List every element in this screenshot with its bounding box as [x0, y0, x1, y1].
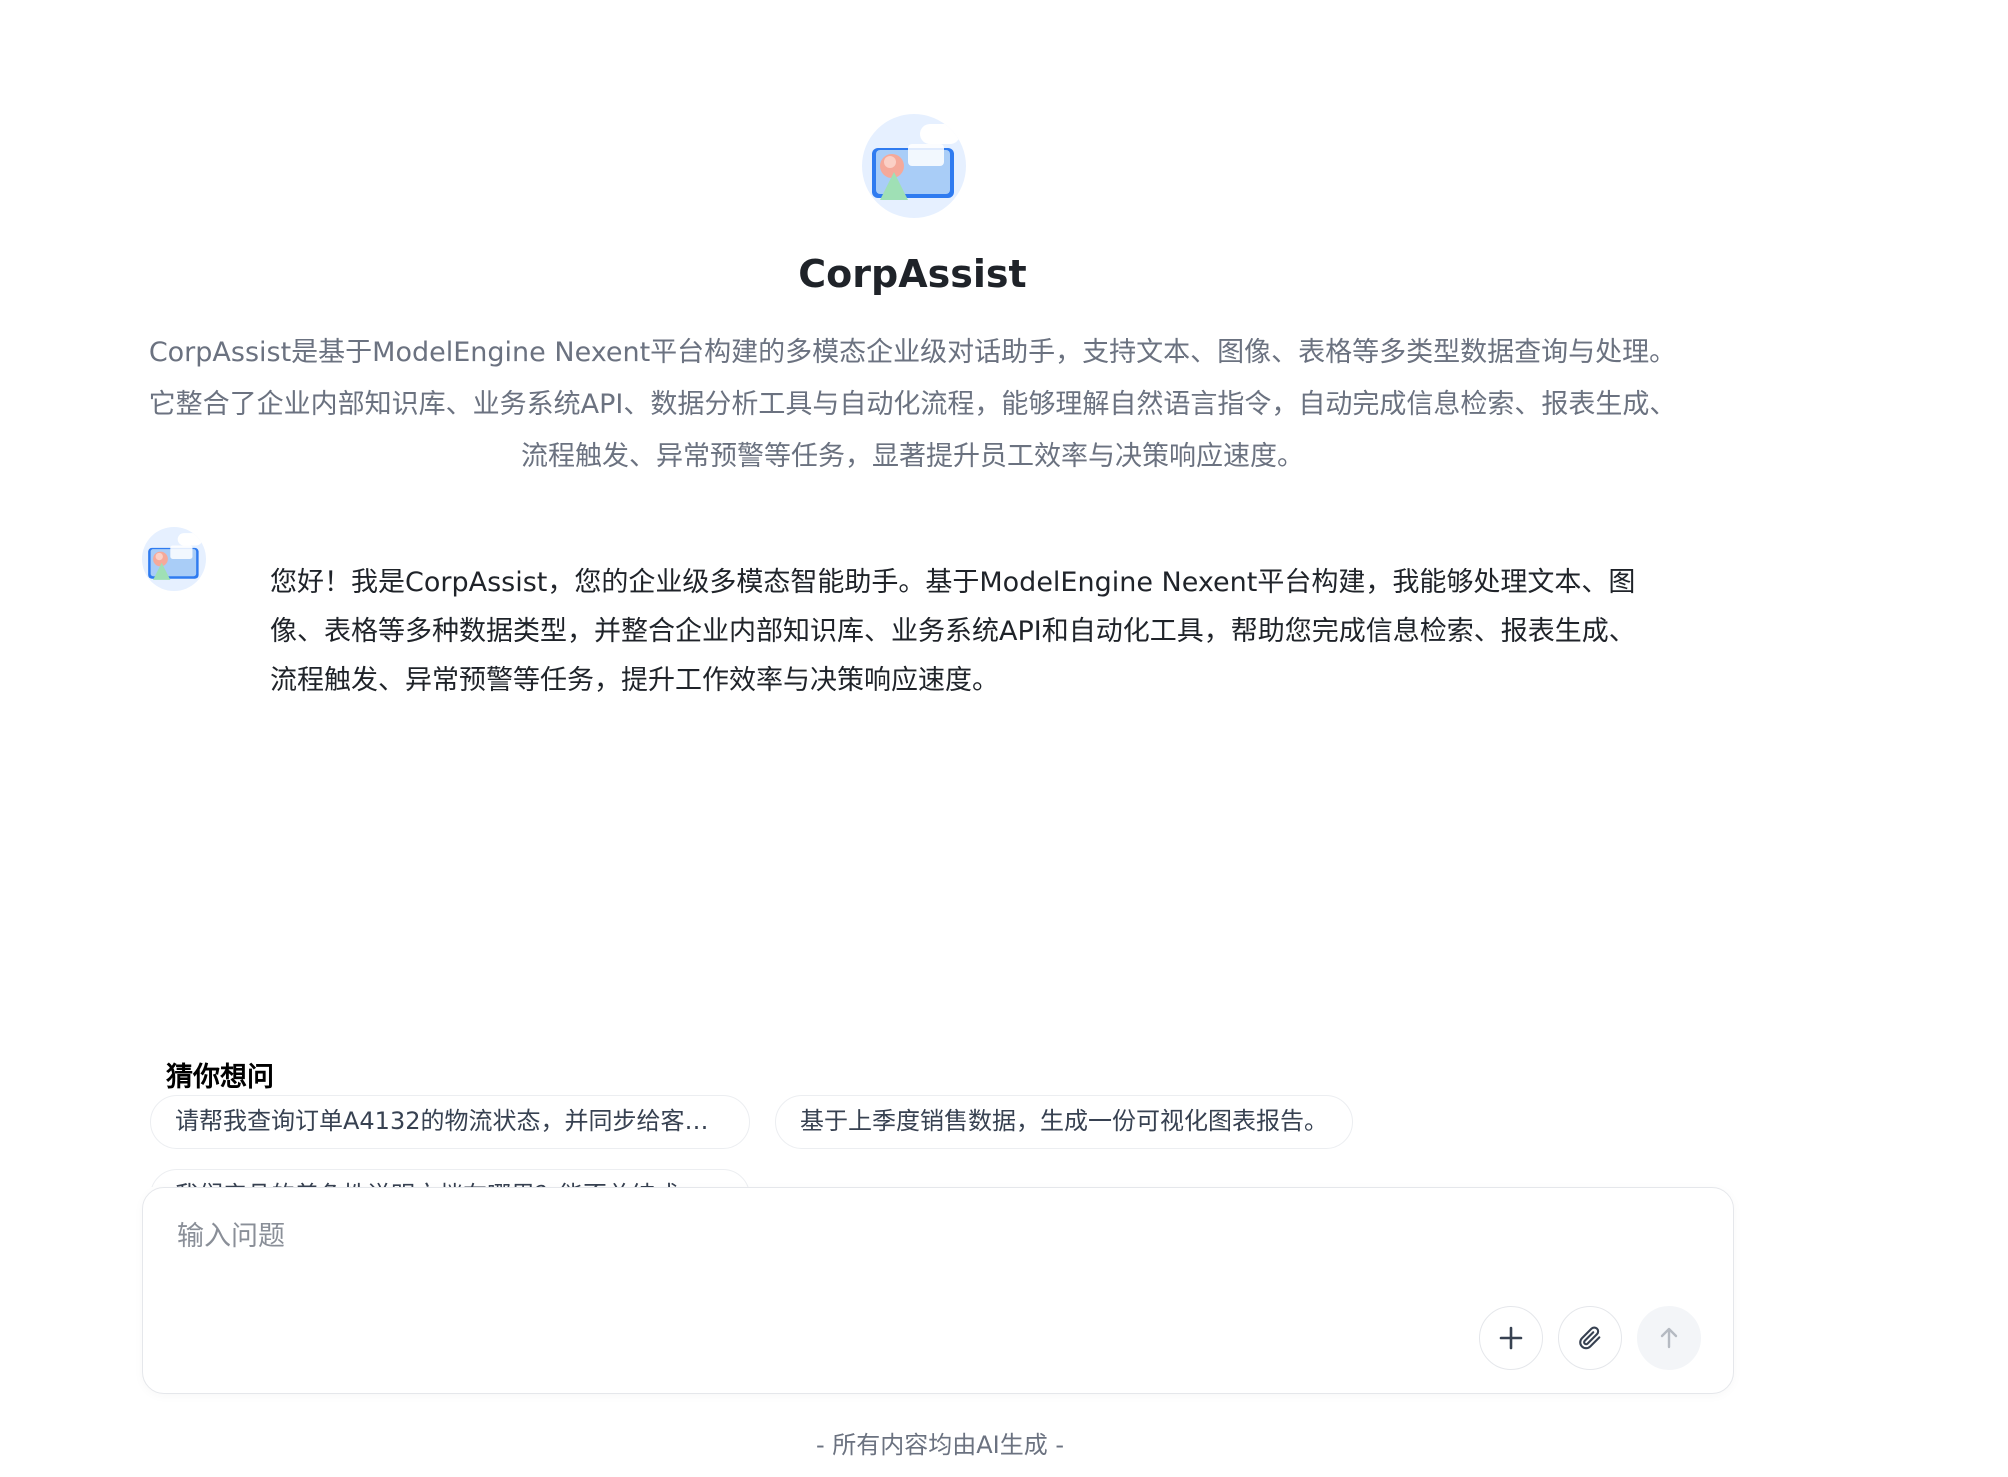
agent-description: CorpAssist是基于ModelEngine Nexent平台构建的多模态企…: [148, 337, 1677, 472]
add-button[interactable]: [1479, 1306, 1543, 1370]
chat-input-box: [142, 1187, 1734, 1394]
suggestion-chip[interactable]: 我们产品的着色性说明文档在哪里？能否总结成三点。: [150, 1169, 750, 1187]
agent-avatar: [862, 114, 966, 218]
suggestions-list: 请帮我查询订单A4132的物流状态，并同步给客服团队。 基于上季度销售数据，生成…: [150, 1095, 1750, 1187]
attach-button[interactable]: [1558, 1306, 1622, 1370]
suggestions-title: 猜你想问: [166, 1062, 274, 1093]
paperclip-icon: [1579, 1326, 1601, 1350]
message-avatar: [142, 527, 206, 591]
question-input[interactable]: [175, 1210, 1599, 1262]
ai-generated-note: - 所有内容均由AI生成 -: [815, 1431, 1065, 1459]
chat-page: CorpAssist CorpAssist是基于ModelEngine Nexe…: [0, 0, 2008, 1477]
suggestion-chip[interactable]: 基于上季度销售数据，生成一份可视化图表报告。: [775, 1095, 1353, 1149]
arrow-up-icon: [1660, 1327, 1678, 1349]
greeting-message: 您好！我是CorpAssist，您的企业级多模态智能助手。基于ModelEngi…: [270, 567, 1636, 696]
agent-name: CorpAssist: [798, 252, 1027, 296]
plus-icon: [1499, 1326, 1523, 1350]
folder-image-icon: [872, 124, 960, 200]
send-button[interactable]: [1637, 1306, 1701, 1370]
folder-image-icon: [148, 533, 203, 580]
suggestion-chip[interactable]: 请帮我查询订单A4132的物流状态，并同步给客服团队。: [150, 1095, 750, 1149]
